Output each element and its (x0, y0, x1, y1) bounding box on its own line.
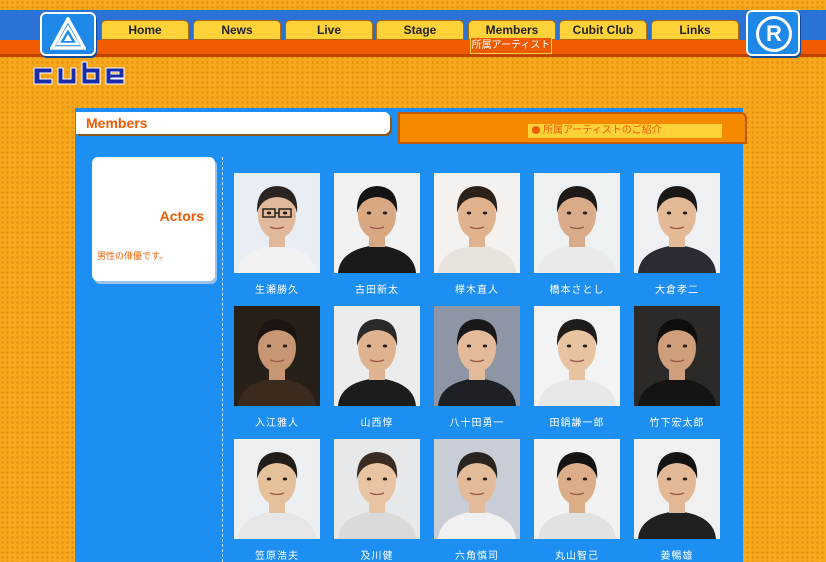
member-card[interactable]: 竹下宏太郎 (634, 306, 720, 429)
member-name[interactable]: 笠原浩夫 (234, 547, 320, 562)
member-card[interactable]: 六角慎司 (434, 439, 520, 562)
nav-bar-underline (0, 40, 826, 54)
member-card[interactable]: 大倉孝二 (634, 173, 720, 296)
member-card[interactable]: 笠原浩夫 (234, 439, 320, 562)
category-card: Actors 男性の俳優です。 (92, 157, 215, 281)
member-photo[interactable] (534, 306, 620, 406)
member-card[interactable]: 﨔木直人 (434, 173, 520, 296)
member-photo[interactable] (234, 306, 320, 406)
member-name[interactable]: 八十田勇一 (434, 414, 520, 429)
member-photo[interactable] (434, 173, 520, 273)
member-card[interactable]: 姜暢雄 (634, 439, 720, 562)
page-title: Members (86, 115, 148, 131)
member-photo[interactable] (434, 306, 520, 406)
member-name[interactable]: 六角慎司 (434, 547, 520, 562)
member-name[interactable]: 丸山智己 (534, 547, 620, 562)
member-name[interactable]: 古田新太 (334, 281, 420, 296)
nav-bar-shadow (0, 54, 826, 57)
member-photo[interactable] (334, 439, 420, 539)
member-name[interactable]: 生瀬勝久 (234, 281, 320, 296)
member-name[interactable]: 橋本さとし (534, 281, 620, 296)
member-photo[interactable] (334, 173, 420, 273)
member-photo[interactable] (234, 439, 320, 539)
triangle-logo-icon (50, 17, 86, 50)
tab-members[interactable]: Members (468, 20, 556, 40)
tab-links[interactable]: Links (651, 20, 739, 40)
member-card[interactable]: 生瀬勝久 (234, 173, 320, 296)
member-photo[interactable] (634, 306, 720, 406)
tab-live[interactable]: Live (285, 20, 373, 40)
registered-icon: R (756, 16, 792, 52)
intro-link[interactable]: 所属アーティストのご紹介 (528, 124, 722, 138)
tab-stage[interactable]: Stage (376, 20, 464, 40)
member-name[interactable]: 竹下宏太郎 (634, 414, 720, 429)
member-card[interactable]: 田鍋謙一郎 (534, 306, 620, 429)
member-card[interactable]: 入江雅人 (234, 306, 320, 429)
member-photo[interactable] (434, 439, 520, 539)
member-photo[interactable] (234, 173, 320, 273)
member-card[interactable]: 山西惇 (334, 306, 420, 429)
bullet-icon (532, 126, 540, 134)
member-name[interactable]: 大倉孝二 (634, 281, 720, 296)
tab-news[interactable]: News (193, 20, 281, 40)
intro-link-label: 所属アーティストのご紹介 (543, 125, 662, 136)
member-card[interactable]: 丸山智己 (534, 439, 620, 562)
members-subtab-label[interactable]: 所属アーティスト (470, 38, 552, 54)
member-photo[interactable] (334, 306, 420, 406)
tab-home[interactable]: Home (101, 20, 189, 40)
member-name[interactable]: 姜暢雄 (634, 547, 720, 562)
cube-brand-logo (33, 61, 125, 85)
member-card[interactable]: 古田新太 (334, 173, 420, 296)
member-card[interactable]: 橋本さとし (534, 173, 620, 296)
registered-link[interactable]: R (746, 10, 800, 56)
member-card[interactable]: 八十田勇一 (434, 306, 520, 429)
category-description: 男性の俳優です。 (97, 252, 169, 262)
member-name[interactable]: 﨔木直人 (434, 281, 520, 296)
member-photo[interactable] (534, 439, 620, 539)
category-heading: Actors (159, 208, 204, 224)
member-card[interactable]: 及川健 (334, 439, 420, 562)
member-photo[interactable] (534, 173, 620, 273)
home-logo-link[interactable] (40, 12, 96, 56)
member-name[interactable]: 田鍋謙一郎 (534, 414, 620, 429)
column-divider (222, 157, 223, 562)
tab-cubit-club[interactable]: Cubit Club (559, 20, 647, 40)
member-photo[interactable] (634, 173, 720, 273)
page-title-box: Members (76, 112, 390, 134)
member-name[interactable]: 入江雅人 (234, 414, 320, 429)
member-photo[interactable] (634, 439, 720, 539)
member-name[interactable]: 及川健 (334, 547, 420, 562)
member-name[interactable]: 山西惇 (334, 414, 420, 429)
